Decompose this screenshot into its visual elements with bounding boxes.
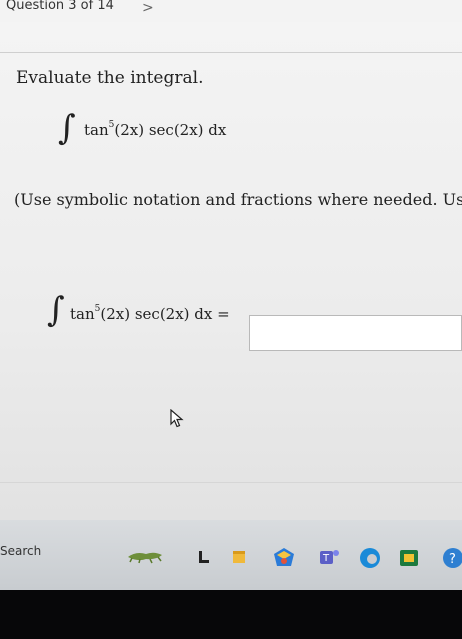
tan-function: tan xyxy=(84,121,109,139)
help-icon[interactable]: ? xyxy=(442,547,462,569)
edge-icon[interactable] xyxy=(359,547,381,569)
answer-integral: tan5(2x) sec(2x) dx = xyxy=(70,304,230,323)
tan-exponent: 5 xyxy=(108,120,115,130)
store-icon[interactable] xyxy=(273,547,295,567)
question-counter: Question 3 of 14 xyxy=(6,0,114,13)
lizard-widget-icon[interactable] xyxy=(126,548,166,564)
question-header: Question 3 of 14 > xyxy=(0,0,462,22)
office-icon[interactable] xyxy=(398,548,420,568)
question-page: Evaluate the integral. ∫ tan5(2x) sec(2x… xyxy=(0,22,462,520)
mouse-cursor-icon xyxy=(170,409,184,428)
screen-bezel xyxy=(0,590,462,639)
header-divider xyxy=(0,52,462,53)
task-view-icon[interactable] xyxy=(198,550,210,564)
answer-instructions: (Use symbolic notation and fractions whe… xyxy=(14,190,462,209)
problem-integral: tan5(2x) sec(2x) dx xyxy=(84,120,227,139)
question-prompt: Evaluate the integral. xyxy=(16,68,204,88)
teams-icon[interactable]: T xyxy=(319,547,341,567)
svg-text:T: T xyxy=(322,553,330,564)
next-question-chevron-icon[interactable]: > xyxy=(142,0,154,16)
windows-taskbar: Search T ? xyxy=(0,520,462,590)
file-explorer-icon[interactable] xyxy=(232,549,246,565)
integral-rest: (2x) sec(2x) dx xyxy=(114,121,227,139)
answer-input[interactable] xyxy=(249,315,462,351)
answer-integral-rest: (2x) sec(2x) dx = xyxy=(100,305,230,323)
footer-divider xyxy=(0,482,462,483)
integral-sign: ∫ xyxy=(58,108,76,148)
svg-text:?: ? xyxy=(449,552,456,567)
answer-integral-sign: ∫ xyxy=(47,290,65,330)
answer-tan-function: tan xyxy=(70,305,95,323)
taskbar-search[interactable]: Search xyxy=(0,544,41,558)
answer-tan-exponent: 5 xyxy=(94,304,101,314)
